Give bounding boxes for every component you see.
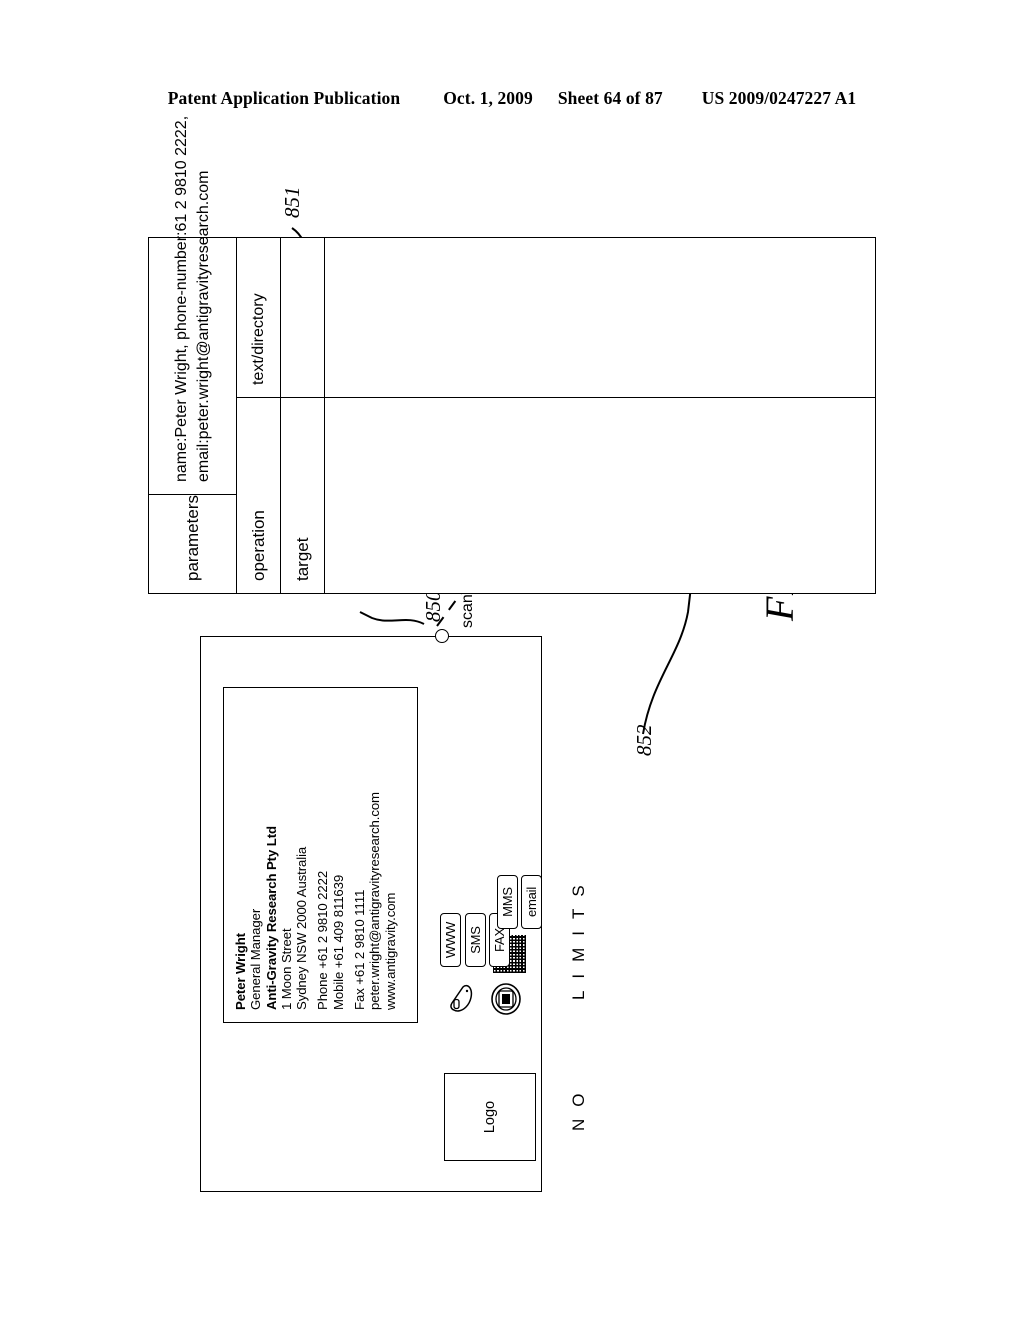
tag-email[interactable]: email bbox=[521, 875, 542, 929]
logo-placeholder: Logo bbox=[444, 1073, 536, 1161]
parameters-line-1: name:Peter Wright, phone-number:61 2 981… bbox=[172, 115, 190, 483]
reference-number-850: 850 bbox=[421, 590, 445, 623]
card-detail-street: 1 Moon Street bbox=[278, 928, 294, 1010]
table-row-value-target bbox=[281, 238, 324, 397]
table-row-value-parameters: name:Peter Wright, phone-number:61 2 981… bbox=[149, 116, 236, 494]
card-slogan: NO LIMITS bbox=[569, 611, 589, 1131]
operation-value: text/directory bbox=[249, 293, 267, 385]
card-detail-fax: Fax +61 2 9810 1111 bbox=[352, 889, 368, 1010]
table-row-parameters: parameters name:Peter Wright, phone-numb… bbox=[149, 116, 237, 593]
header-date: Oct. 1, 2009 bbox=[443, 88, 533, 108]
card-detail-title: General Manager bbox=[248, 908, 264, 1010]
card-detail-website: www.antigravity.com bbox=[382, 892, 398, 1010]
tag-sms[interactable]: SMS bbox=[465, 913, 486, 967]
slogan-word-limits: LIMITS bbox=[569, 873, 588, 1001]
card-detail-company: Anti-Gravity Research Pty Ltd bbox=[263, 826, 279, 1010]
card-detail-name: Peter Wright bbox=[233, 933, 248, 1010]
table-row-label-parameters: parameters bbox=[149, 494, 236, 593]
header-sheet: Sheet 64 of 87 bbox=[557, 88, 663, 108]
card-detail-mobile: Mobile +61 409 811639 bbox=[330, 874, 346, 1010]
card-detail-email: peter.wright@antigravityresearch.com bbox=[367, 792, 383, 1010]
figure-80: Peter Wright General Manager Anti-Gravit… bbox=[132, 116, 892, 1240]
leader-850 bbox=[359, 611, 425, 625]
parameters-line-2: email:peter.wright@antigravityresearch.c… bbox=[194, 170, 212, 483]
leader-852 bbox=[642, 577, 693, 735]
table-row-label-empty bbox=[325, 397, 875, 593]
table-row-label-operation: operation bbox=[237, 397, 280, 593]
scan-point-marker bbox=[435, 629, 449, 643]
table-row-value-empty bbox=[325, 238, 875, 397]
scan-event-table: parameters name:Peter Wright, phone-numb… bbox=[148, 116, 876, 594]
card-detail-city: Sydney NSW 2000 Australia bbox=[294, 846, 310, 1010]
camera-icon bbox=[491, 983, 521, 1015]
card-details-box: Peter Wright General Manager Anti-Gravit… bbox=[223, 687, 418, 1023]
reference-number-851: 851 bbox=[280, 186, 304, 219]
tag-mms[interactable]: MMS bbox=[497, 875, 518, 929]
mobile-phone-icon bbox=[450, 984, 473, 1012]
table-row-target: target bbox=[281, 238, 325, 593]
table-row-empty bbox=[325, 238, 875, 593]
header-patent-number: US 2009/0247227 A1 bbox=[701, 88, 857, 108]
tag-www[interactable]: WWW bbox=[440, 913, 461, 967]
table-row-value-operation: text/directory bbox=[237, 238, 280, 397]
business-card: Peter Wright General Manager Anti-Gravit… bbox=[200, 636, 588, 1192]
header-publication: Patent Application Publication bbox=[167, 88, 401, 108]
logo-label: Logo bbox=[482, 1100, 498, 1134]
reference-number-852: 852 bbox=[632, 724, 656, 757]
page-header: Patent Application Publication Oct. 1, 2… bbox=[0, 88, 1024, 109]
slogan-word-no: NO bbox=[569, 1081, 588, 1132]
table-row-label-target: target bbox=[281, 397, 324, 593]
table-row-operation: operation text/directory bbox=[237, 238, 281, 593]
card-detail-phone: Phone +61 2 9810 2222 bbox=[315, 870, 331, 1010]
